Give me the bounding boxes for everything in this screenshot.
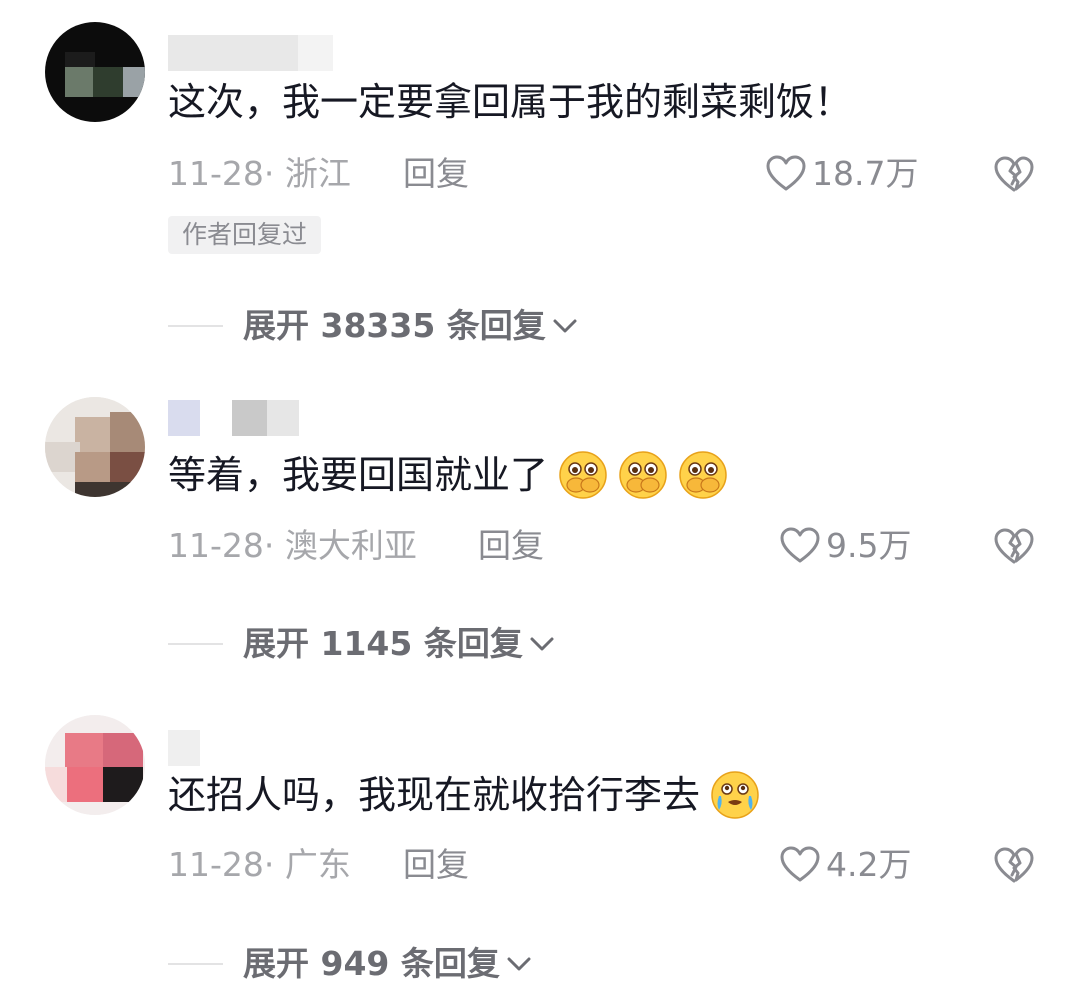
heart-outline-icon <box>766 155 806 191</box>
comment-location: 广东 <box>284 845 351 884</box>
like-count: 4.2万 <box>826 845 912 884</box>
comment-date: 11-28 <box>168 154 264 193</box>
comment-location: 澳大利亚 <box>284 526 417 565</box>
divider-line <box>168 643 223 645</box>
expand-replies-button[interactable]: 展开 1145 条回复 <box>168 624 557 664</box>
crying-emoji <box>711 771 759 819</box>
heart-outline-icon <box>780 846 820 882</box>
reply-button[interactable]: 回复 <box>403 845 469 885</box>
expand-replies-label: 展开 38335 条回复 <box>243 306 546 345</box>
expand-replies-label: 展开 949 条回复 <box>243 944 500 983</box>
avatar[interactable] <box>45 397 145 497</box>
comment-meta: 11-28· 浙江 <box>168 154 351 193</box>
chevron-down-icon <box>553 319 577 333</box>
chevron-down-icon <box>530 637 554 651</box>
broken-heart-icon[interactable] <box>993 156 1035 194</box>
comment-item: 这次，我一定要拿回属于我的剩菜剩饭！ 11-28· 浙江 回复 18.7万 作者… <box>0 0 1080 370</box>
covering-mouth-emoji <box>619 451 667 499</box>
comment-meta: 11-28· 澳大利亚 <box>168 526 417 565</box>
expand-replies-button[interactable]: 展开 949 条回复 <box>168 944 534 984</box>
expand-replies-label: 展开 1145 条回复 <box>243 624 523 663</box>
username-blurred[interactable] <box>168 400 303 436</box>
covering-mouth-emoji <box>559 451 607 499</box>
chevron-down-icon <box>507 957 531 971</box>
comment-text: 等着，我要回国就业了 <box>168 450 728 500</box>
broken-heart-icon[interactable] <box>993 528 1035 566</box>
like-button[interactable]: 9.5万 <box>780 526 911 566</box>
comment-location: 浙江 <box>284 154 351 193</box>
heart-outline-icon <box>780 527 820 563</box>
avatar[interactable] <box>45 22 145 122</box>
broken-heart-icon[interactable] <box>993 847 1035 885</box>
avatar[interactable] <box>45 715 145 815</box>
reply-button[interactable]: 回复 <box>478 526 544 566</box>
comment-date: 11-28 <box>168 526 264 565</box>
comment-meta: 11-28· 广东 <box>168 845 351 884</box>
reply-button[interactable]: 回复 <box>403 154 469 194</box>
like-count: 18.7万 <box>812 154 919 193</box>
like-count: 9.5万 <box>826 526 912 565</box>
like-button[interactable]: 4.2万 <box>780 845 911 885</box>
comment-item: 等着，我要回国就业了 11-28· 澳大利亚 回复 9.5万 展开 1145 条… <box>0 370 1080 690</box>
covering-mouth-emoji <box>679 451 727 499</box>
comment-date: 11-28 <box>168 845 264 884</box>
author-replied-badge: 作者回复过 <box>168 216 322 254</box>
like-button[interactable]: 18.7万 <box>766 154 918 194</box>
comment-text: 这次，我一定要拿回属于我的剩菜剩饭！ <box>168 80 853 124</box>
username-blurred[interactable] <box>168 35 338 71</box>
expand-replies-button[interactable]: 展开 38335 条回复 <box>168 306 580 346</box>
comment-text: 还招人吗，我现在就收拾行李去 <box>168 770 760 820</box>
username-blurred[interactable] <box>168 730 200 766</box>
comment-item: 还招人吗，我现在就收拾行李去 11-28· 广东 回复 4.2万 展开 949 … <box>0 690 1080 1003</box>
divider-line <box>168 963 223 965</box>
divider-line <box>168 325 223 327</box>
